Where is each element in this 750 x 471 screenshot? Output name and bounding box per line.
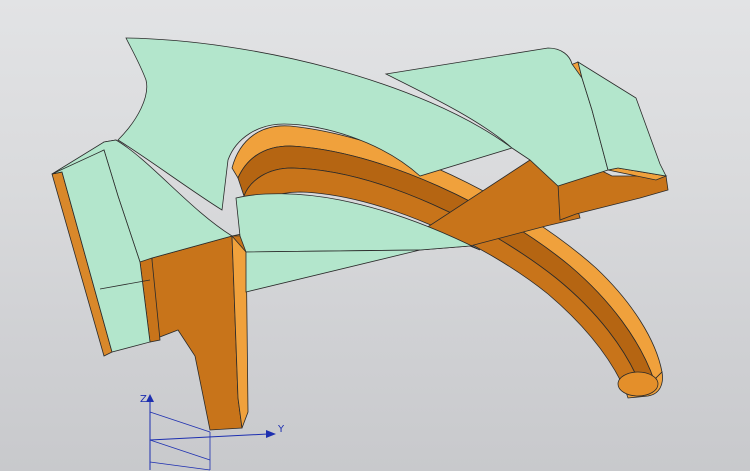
triad-y-axis: [149, 433, 269, 441]
cad-viewport[interactable]: Z Y: [0, 0, 750, 471]
triad-grid-1: [149, 411, 211, 433]
triad-grid-2: [149, 439, 211, 461]
z-arrow-icon: [146, 394, 154, 402]
front-leg-face: [151, 235, 243, 431]
middle-plate-face: [245, 249, 421, 293]
model-scene[interactable]: Z Y: [0, 0, 750, 471]
y-arrow-icon: [266, 430, 276, 438]
triad-z-label: Z: [140, 394, 147, 405]
triad-y-label: Y: [277, 424, 285, 435]
triad-grid-4: [149, 461, 211, 471]
arm-tip-end: [617, 371, 659, 397]
